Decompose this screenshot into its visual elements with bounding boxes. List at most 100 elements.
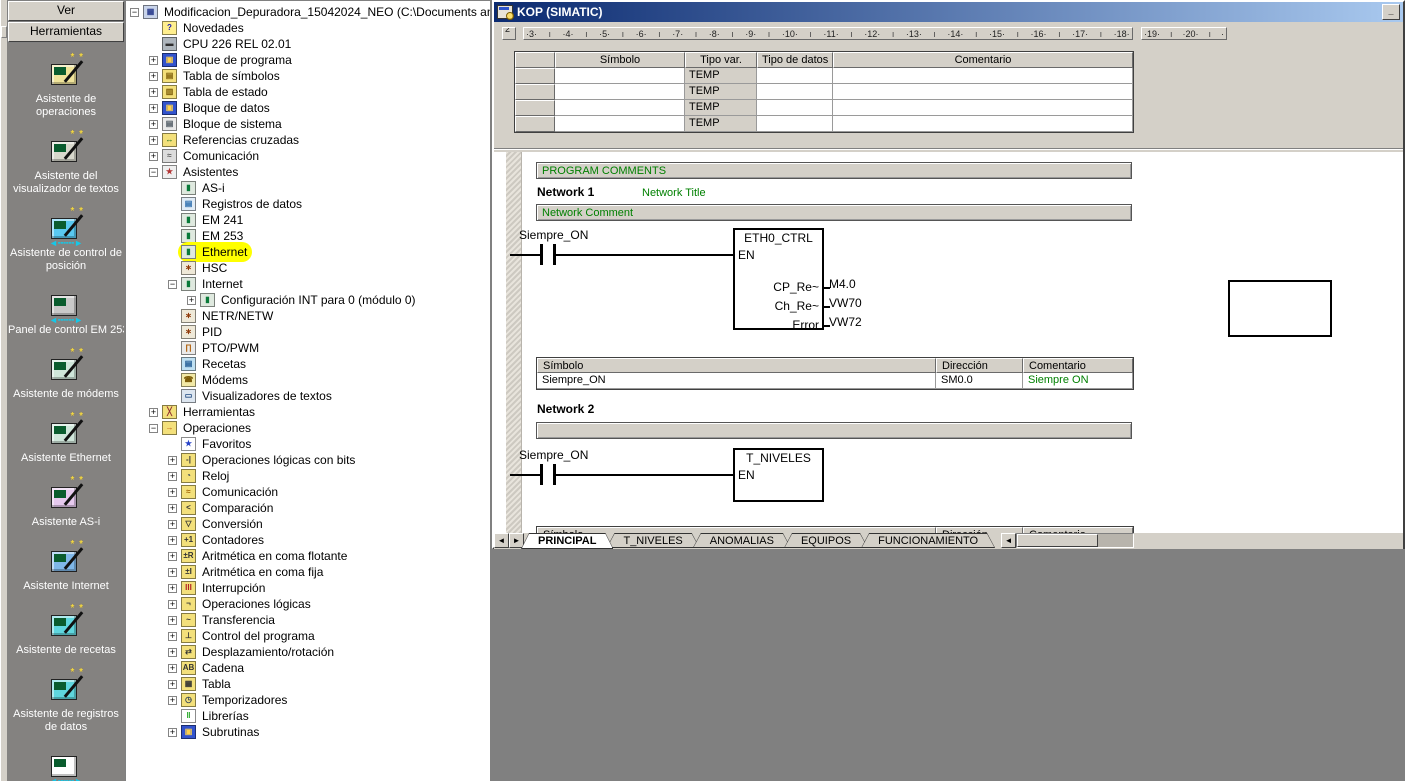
tree-item-registros-de-datos[interactable]: +▤Registros de datos bbox=[126, 196, 491, 212]
hscroll-thumb[interactable] bbox=[1017, 534, 1098, 547]
tree-expander[interactable]: + bbox=[168, 584, 177, 593]
tools-bar-button[interactable]: Herramientas bbox=[8, 22, 124, 42]
pin-operand-vw70[interactable]: VW70 bbox=[829, 296, 862, 310]
tab-anomalias[interactable]: ANOMALIAS bbox=[693, 533, 791, 548]
tree-item-as-i[interactable]: +▮AS-i bbox=[126, 180, 491, 196]
symbol-cell[interactable]: Siempre_ON bbox=[537, 373, 936, 389]
tab-t-niveles[interactable]: T_NIVELES bbox=[606, 533, 699, 548]
symbol-cell[interactable]: Siempre ON bbox=[1023, 373, 1133, 389]
var-col-header-comentario[interactable]: Comentario bbox=[833, 52, 1133, 68]
pin-operand-m4-0[interactable]: M4.0 bbox=[829, 277, 856, 291]
hscroll-left-button[interactable]: ◄ bbox=[1001, 533, 1016, 548]
tree-item-operaciones[interactable]: −→Operaciones bbox=[126, 420, 491, 436]
tree-item-reloj[interactable]: +◔Reloj bbox=[126, 468, 491, 484]
tree-item-desplazamiento-rotacion[interactable]: +⇄Desplazamiento/rotación bbox=[126, 644, 491, 660]
tree-item-herramientas[interactable]: +╳Herramientas bbox=[126, 404, 491, 420]
contact-bar[interactable] bbox=[540, 244, 543, 265]
sidebar-item-asistente-ethernet[interactable]: * *Asistente Ethernet bbox=[8, 415, 124, 465]
network1-comment-bar[interactable]: Network Comment bbox=[536, 204, 1132, 221]
tree-expander[interactable]: + bbox=[168, 632, 177, 641]
tree-item-pto-pwm[interactable]: +∏PTO/PWM bbox=[126, 340, 491, 356]
tree-expander[interactable]: + bbox=[149, 408, 158, 417]
tree-item-tabla[interactable]: +▦Tabla bbox=[126, 676, 491, 692]
tree-item-asistentes[interactable]: −★Asistentes bbox=[126, 164, 491, 180]
tree-item-operaciones-logicas[interactable]: +¬Operaciones lógicas bbox=[126, 596, 491, 612]
var-col-header-simbolo[interactable]: Símbolo bbox=[555, 52, 685, 68]
var-cell[interactable] bbox=[757, 100, 833, 116]
var-cell[interactable] bbox=[555, 84, 685, 100]
sidebar-item-asistente-as-i[interactable]: * *Asistente AS-i bbox=[8, 479, 124, 529]
var-cell[interactable]: TEMP bbox=[685, 116, 757, 132]
tree-item-bloque-de-datos[interactable]: +▣Bloque de datos bbox=[126, 100, 491, 116]
var-cell[interactable] bbox=[833, 68, 1133, 84]
row-selector[interactable] bbox=[515, 116, 555, 132]
tree-item-referencias-cruzadas[interactable]: +↔Referencias cruzadas bbox=[126, 132, 491, 148]
var-cell[interactable] bbox=[833, 100, 1133, 116]
sidebar-item-asistente-de-recetas[interactable]: * *Asistente de recetas bbox=[8, 607, 124, 657]
hscroll-track[interactable] bbox=[1016, 533, 1134, 548]
tree-expander[interactable]: − bbox=[130, 8, 139, 17]
tree-item-pid[interactable]: +∗PID bbox=[126, 324, 491, 340]
output-pin-ch-re[interactable]: Ch_Re~ bbox=[775, 299, 819, 313]
tree-item-comparacion[interactable]: +<Comparación bbox=[126, 500, 491, 516]
tree-item-novedades[interactable]: +?Novedades bbox=[126, 20, 491, 36]
tree-expander[interactable]: + bbox=[149, 120, 158, 129]
tree-expander[interactable]: + bbox=[168, 520, 177, 529]
tree-expander[interactable]: + bbox=[149, 136, 158, 145]
tree-expander[interactable]: + bbox=[168, 504, 177, 513]
sidebar-item-asistente-de-control-de-posicion[interactable]: * *◄╍╍╍►Asistente de control de posición bbox=[8, 210, 124, 273]
tree-expander[interactable]: + bbox=[168, 616, 177, 625]
tree-item-aritmetica-en-coma-fija[interactable]: +±IAritmética en coma fija bbox=[126, 564, 491, 580]
tree-item-favoritos[interactable]: +★Favoritos bbox=[126, 436, 491, 452]
tree-item-modificacion-depuradora-15042024-neo-c-d[interactable]: −▦Modificacion_Depuradora_15042024_NEO (… bbox=[126, 4, 491, 20]
eth0-ctrl-block[interactable]: ETH0_CTRL EN CP_Re~Ch_Re~Error bbox=[733, 228, 824, 330]
tree-expander[interactable]: + bbox=[168, 728, 177, 737]
tree-item-netr-netw[interactable]: +∗NETR/NETW bbox=[126, 308, 491, 324]
tree-item-bloque-de-programa[interactable]: +▣Bloque de programa bbox=[126, 52, 491, 68]
sidebar-item-asistente-internet[interactable]: * *Asistente Internet bbox=[8, 543, 124, 593]
program-comments-bar[interactable]: PROGRAM COMMENTS bbox=[536, 162, 1132, 179]
var-cell[interactable]: TEMP bbox=[685, 100, 757, 116]
tree-expander[interactable]: + bbox=[168, 456, 177, 465]
network1-title[interactable]: Network Title bbox=[642, 187, 706, 199]
network2-comment-bar[interactable] bbox=[536, 422, 1132, 439]
output-pin-cp-re[interactable]: CP_Re~ bbox=[773, 280, 819, 294]
tree-item-librerias[interactable]: +‖Librerías bbox=[126, 708, 491, 724]
tree-item-subrutinas[interactable]: +▣Subrutinas bbox=[126, 724, 491, 740]
tree-item-modems[interactable]: +☎Módems bbox=[126, 372, 491, 388]
tab-principal[interactable]: PRINCIPAL bbox=[521, 533, 613, 549]
tree-expander[interactable]: + bbox=[168, 664, 177, 673]
tree-item-cadena[interactable]: +ABCadena bbox=[126, 660, 491, 676]
row-selector[interactable] bbox=[515, 100, 555, 116]
var-cell[interactable] bbox=[833, 84, 1133, 100]
tree-item-temporizadores[interactable]: +◷Temporizadores bbox=[126, 692, 491, 708]
tree-expander[interactable]: + bbox=[168, 600, 177, 609]
tree-item-recetas[interactable]: +▤Recetas bbox=[126, 356, 491, 372]
tree-item-tabla-de-estado[interactable]: +▥Tabla de estado bbox=[126, 84, 491, 100]
row-selector[interactable] bbox=[515, 68, 555, 84]
sidebar-item-panel-de-control-em-253[interactable]: ◄╍╍╍►Panel de control EM 253 bbox=[8, 287, 124, 337]
tree-expander[interactable]: + bbox=[149, 72, 158, 81]
tree-item-comunicacion[interactable]: +≈Comunicación bbox=[126, 148, 491, 164]
tree-item-control-del-programa[interactable]: +⊥Control del programa bbox=[126, 628, 491, 644]
tab-scroll-left-button[interactable]: ◄ bbox=[494, 533, 509, 548]
tree-expander[interactable]: + bbox=[149, 152, 158, 161]
tree-expander[interactable]: − bbox=[149, 168, 158, 177]
tree-item-em-253[interactable]: +▮EM 253 bbox=[126, 228, 491, 244]
tree-item-comunicacion[interactable]: +≈Comunicación bbox=[126, 484, 491, 500]
tree-item-interrupcion[interactable]: +IIIInterrupción bbox=[126, 580, 491, 596]
sidebar-item-asistente-de-operaciones[interactable]: * *Asistente de operaciones bbox=[8, 56, 124, 119]
var-col-header-tipo-de-datos[interactable]: Tipo de datos bbox=[757, 52, 833, 68]
tree-expander[interactable]: + bbox=[168, 472, 177, 481]
symbol-cell[interactable]: SM0.0 bbox=[936, 373, 1023, 389]
contact-operand-label[interactable]: Siempre_ON bbox=[519, 448, 588, 462]
tab-funcionamiento[interactable]: FUNCIONAMIENTO bbox=[861, 533, 995, 548]
tree-expander[interactable]: + bbox=[168, 648, 177, 657]
tree-item-ethernet[interactable]: +▮Ethernet bbox=[126, 244, 491, 260]
tab-equipos[interactable]: EQUIPOS bbox=[784, 533, 868, 548]
tree-expander[interactable]: + bbox=[168, 488, 177, 497]
tree-item-visualizadores-de-textos[interactable]: +▭Visualizadores de textos bbox=[126, 388, 491, 404]
sidebar-item-panel-de-sintonia-pid[interactable]: ◄╍╍╍►Panel de sintonía PID bbox=[8, 748, 124, 781]
tree-item-hsc[interactable]: +∗HSC bbox=[126, 260, 491, 276]
tree-item-internet[interactable]: −▮Internet bbox=[126, 276, 491, 292]
